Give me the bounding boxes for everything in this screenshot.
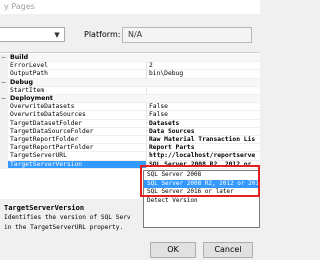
property-name: StartItem: [8, 86, 147, 95]
property-value[interactable]: False: [147, 103, 260, 112]
property-row[interactable]: OutputPath bin\Debug: [0, 70, 260, 79]
cancel-button[interactable]: Cancel: [203, 242, 253, 258]
category-name: Debug: [8, 78, 260, 87]
property-name: ErrorLevel: [8, 62, 147, 71]
property-category[interactable]: − Deployment: [0, 95, 260, 104]
property-name: TargetServerURL: [8, 152, 147, 161]
row-gutter: [0, 111, 8, 120]
row-gutter: [0, 70, 8, 79]
platform-label: Platform:: [84, 30, 121, 39]
property-value[interactable]: Data Sources: [147, 128, 260, 136]
property-row[interactable]: TargetDatasetFolder Datasets: [0, 119, 260, 128]
property-value[interactable]: Report Parts: [147, 144, 260, 153]
dropdown-option[interactable]: SQL Server 2008: [144, 171, 259, 180]
property-row[interactable]: ErrorLevel 2: [0, 62, 260, 71]
property-value[interactable]: http://localhost/reportserve: [147, 152, 260, 161]
row-gutter: [0, 152, 8, 161]
row-gutter: [0, 62, 8, 71]
property-category[interactable]: − Build: [0, 54, 260, 63]
property-name: OutputPath: [8, 70, 147, 79]
row-gutter: −: [0, 78, 8, 87]
description-line: in the TargetServerURL property.: [4, 223, 124, 231]
ok-button[interactable]: OK: [150, 242, 196, 258]
row-gutter: [0, 160, 8, 169]
property-row[interactable]: TargetServerURL http://localhost/reportse…: [0, 152, 260, 161]
property-row[interactable]: OverwriteDatasets False: [0, 103, 260, 112]
row-gutter: [0, 136, 8, 145]
property-description-panel: TargetServerVersion Identifies the versi…: [0, 201, 143, 237]
property-row[interactable]: StartItem: [0, 86, 260, 95]
row-gutter: [0, 103, 8, 112]
description-line: Identifies the version of SQL Serv: [4, 214, 131, 221]
property-value[interactable]: [147, 87, 260, 95]
description-title: TargetServerVersion: [4, 204, 85, 212]
category-name: Deployment: [8, 95, 260, 104]
property-row[interactable]: TargetDataSourceFolder Data Sources: [0, 127, 260, 136]
property-name: TargetReportFolder: [8, 136, 147, 145]
category-name: Build: [8, 54, 260, 63]
property-value[interactable]: bin\Debug: [147, 70, 260, 79]
property-name: OverwriteDataSources: [8, 111, 147, 120]
row-gutter: [0, 144, 8, 153]
collapse-icon[interactable]: −: [1, 79, 6, 86]
dropdown-option[interactable]: Detect Version: [144, 197, 259, 206]
property-row[interactable]: TargetReportFolder Raw Material Transacti…: [0, 136, 260, 145]
window-title: y Pages: [0, 0, 260, 14]
property-name: TargetReportPartFolder: [8, 144, 147, 153]
property-row[interactable]: TargetReportPartFolder Report Parts: [0, 144, 260, 153]
property-name: TargetDataSourceFolder: [8, 127, 147, 136]
row-gutter: −: [0, 95, 8, 104]
row-gutter: [0, 127, 8, 136]
row-gutter: −: [0, 54, 8, 63]
target-server-version-dropdown-list[interactable]: SQL Server 2008 SQL Server 2008 R2, 2012 …: [143, 170, 260, 228]
dropdown-option[interactable]: SQL Server 2008 R2, 2012 or 2014: [144, 179, 259, 188]
property-row[interactable]: TargetServerVersion SQL Server 2008 R2, 2…: [0, 160, 260, 169]
platform-dropdown[interactable]: N/A: [122, 27, 252, 43]
property-value[interactable]: False: [147, 111, 260, 120]
property-value[interactable]: 2: [147, 62, 260, 71]
property-name: TargetDatasetFolder: [8, 119, 147, 128]
property-value[interactable]: Raw Material Transaction Lis: [147, 136, 260, 145]
property-name: TargetServerVersion: [8, 160, 147, 169]
collapse-icon[interactable]: −: [1, 96, 6, 102]
property-value[interactable]: SQL Server 2008 R2, 2012 or: [147, 161, 260, 169]
property-category[interactable]: − Debug: [0, 78, 260, 87]
dropdown-option[interactable]: SQL Server 2016 or later: [144, 188, 259, 197]
property-name: OverwriteDatasets: [8, 103, 147, 112]
configuration-dropdown[interactable]: ▼: [0, 27, 65, 42]
property-value[interactable]: Datasets: [147, 120, 260, 128]
collapse-icon[interactable]: −: [1, 55, 6, 61]
property-row[interactable]: OverwriteDataSources False: [0, 111, 260, 120]
chevron-down-icon: ▼: [54, 31, 60, 39]
row-gutter: [0, 119, 8, 128]
row-gutter: [0, 86, 8, 95]
